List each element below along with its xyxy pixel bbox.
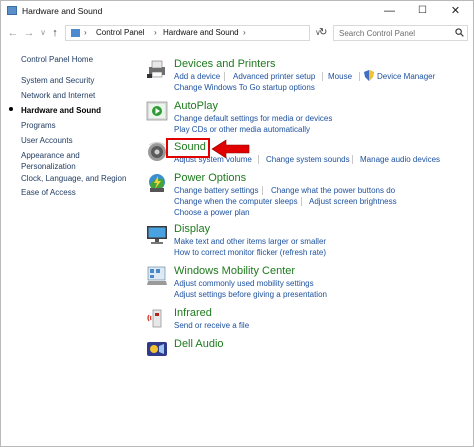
maximize-button[interactable]: ☐ (406, 1, 439, 21)
link-divider (224, 72, 225, 81)
up-arrow-icon[interactable]: ↑ (49, 26, 61, 40)
mouse-link[interactable]: Mouse (328, 72, 352, 81)
current-page-marker-icon (9, 107, 13, 111)
display-monitor-icon[interactable] (146, 223, 168, 245)
power-options-link[interactable]: Power Options (174, 172, 246, 184)
sidebar-item-control-panel-home[interactable]: Control Panel Home (21, 55, 93, 64)
devices-and-printers-link[interactable]: Devices and Printers (174, 58, 276, 70)
sidebar-item-user-accounts[interactable]: User Accounts (21, 136, 73, 145)
refresh-icon[interactable]: ↻ (319, 27, 327, 38)
search-input[interactable]: Search Control Panel (339, 29, 415, 38)
search-box[interactable]: Search Control Panel (333, 25, 468, 41)
adjust-mobility-settings-link[interactable]: Adjust commonly used mobility settings (174, 279, 314, 288)
breadcrumb-hardware-and-sound[interactable]: Hardware and Sound (163, 28, 239, 37)
speaker-icon[interactable] (146, 141, 168, 163)
sidebar-item-personalization[interactable]: Personalization (21, 162, 76, 171)
link-divider (301, 197, 302, 206)
mobility-center-icon[interactable] (146, 265, 168, 287)
link-divider (258, 155, 259, 164)
pointer-arrow-icon (211, 139, 250, 159)
sound-highlight-box (166, 138, 210, 158)
change-battery-settings-link[interactable]: Change battery settings (174, 186, 259, 195)
presentation-settings-link[interactable]: Adjust settings before giving a presenta… (174, 290, 327, 299)
forward-arrow-icon[interactable]: → (23, 26, 35, 40)
change-system-sounds-link[interactable]: Change system sounds (266, 155, 350, 164)
manage-audio-devices-link[interactable]: Manage audio devices (360, 155, 440, 164)
back-arrow-icon[interactable]: ← (7, 26, 19, 40)
link-divider (322, 72, 323, 81)
shield-icon (364, 70, 374, 81)
sidebar-item-system-and-security[interactable]: System and Security (21, 76, 94, 85)
adjust-screen-brightness-link[interactable]: Adjust screen brightness (309, 197, 397, 206)
recent-locations-icon[interactable]: ∨ (37, 26, 49, 40)
breadcrumb-control-panel[interactable]: Control Panel (96, 28, 144, 37)
choose-power-plan-link[interactable]: Choose a power plan (174, 208, 250, 217)
link-divider (262, 186, 263, 195)
dell-audio-link[interactable]: Dell Audio (174, 338, 224, 350)
sidebar-item-label: Hardware and Sound (21, 106, 102, 115)
sidebar-item-programs[interactable]: Programs (21, 121, 56, 130)
display-link[interactable]: Display (174, 223, 210, 235)
breadcrumb-separator: › (84, 28, 87, 37)
infrared-icon[interactable] (146, 307, 168, 329)
printer-icon[interactable] (146, 58, 168, 80)
close-button[interactable]: ✕ (439, 1, 472, 21)
sidebar-item-appearance[interactable]: Appearance and (21, 151, 80, 160)
control-panel-window: Hardware and Sound — ☐ ✕ ← → ∨ ↑ › Contr… (0, 0, 474, 447)
computer-sleeps-link[interactable]: Change when the computer sleeps (174, 197, 298, 206)
control-panel-small-icon (71, 29, 80, 37)
monitor-flicker-link[interactable]: How to correct monitor flicker (refresh … (174, 248, 326, 257)
sidebar-item-hardware-and-sound[interactable]: Hardware and Sound (9, 106, 102, 115)
windows-mobility-center-link[interactable]: Windows Mobility Center (174, 265, 295, 277)
link-divider (352, 155, 353, 164)
address-bar[interactable]: › Control Panel › Hardware and Sound › (65, 25, 310, 41)
title-bar: Hardware and Sound — ☐ ✕ (1, 1, 473, 21)
minimize-button[interactable]: — (373, 1, 406, 21)
play-cds-automatically-link[interactable]: Play CDs or other media automatically (174, 125, 310, 134)
dell-audio-icon[interactable] (146, 338, 168, 360)
search-icon[interactable] (455, 28, 464, 37)
sidebar-item-ease-of-access[interactable]: Ease of Access (21, 188, 76, 197)
sidebar-item-network-and-internet[interactable]: Network and Internet (21, 91, 95, 100)
windows-to-go-link[interactable]: Change Windows To Go startup options (174, 83, 315, 92)
infrared-link[interactable]: Infrared (174, 307, 212, 319)
link-divider (359, 72, 360, 81)
autoplay-icon[interactable] (146, 100, 168, 122)
autoplay-link[interactable]: AutoPlay (174, 100, 218, 112)
make-text-larger-link[interactable]: Make text and other items larger or smal… (174, 237, 326, 246)
control-panel-icon (7, 6, 17, 15)
breadcrumb-separator: › (154, 28, 157, 37)
sidebar-item-clock-language-region[interactable]: Clock, Language, and Region (21, 174, 126, 183)
send-or-receive-file-link[interactable]: Send or receive a file (174, 321, 249, 330)
power-options-icon[interactable] (146, 172, 168, 194)
breadcrumb-separator: › (243, 28, 246, 37)
navigation-bar: ← → ∨ ↑ › Control Panel › Hardware and S… (1, 23, 473, 43)
device-manager-link[interactable]: Device Manager (377, 72, 435, 81)
add-a-device-link[interactable]: Add a device (174, 72, 220, 81)
power-buttons-link[interactable]: Change what the power buttons do (271, 186, 395, 195)
window-title: Hardware and Sound (22, 6, 103, 16)
change-default-media-settings-link[interactable]: Change default settings for media or dev… (174, 114, 332, 123)
advanced-printer-setup-link[interactable]: Advanced printer setup (233, 72, 315, 81)
